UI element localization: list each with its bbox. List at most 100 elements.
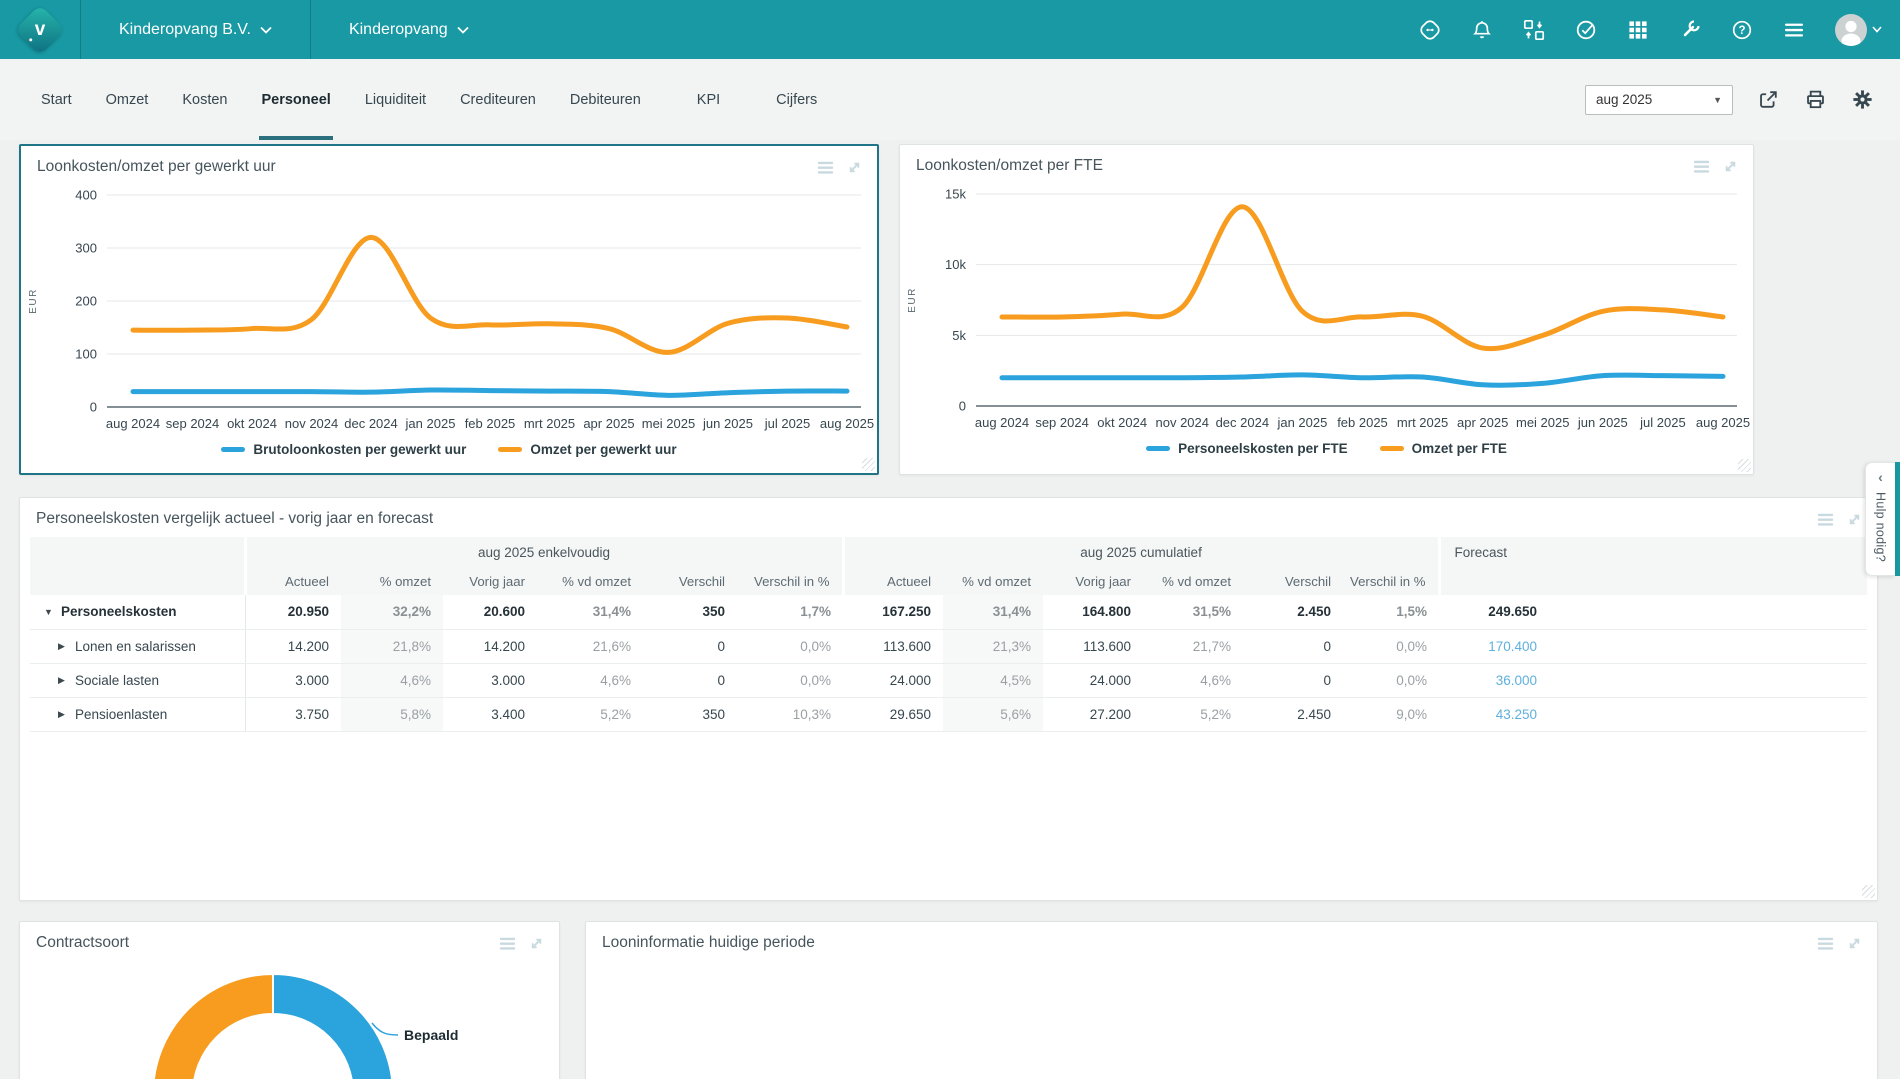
share-export-icon[interactable] xyxy=(1757,88,1780,111)
svg-text:jun 2025: jun 2025 xyxy=(702,416,753,431)
legend-label: Omzet per FTE xyxy=(1411,441,1507,456)
legend-swatch xyxy=(1146,446,1171,451)
notifications-bell-icon[interactable] xyxy=(1470,18,1494,42)
table-cell: 350 xyxy=(643,697,737,732)
tab-cijfers[interactable]: Cijfers xyxy=(759,59,834,140)
table-cell: 31,4% xyxy=(537,595,643,630)
company-selector[interactable]: Kinderopvang B.V. xyxy=(81,0,310,59)
donut-chart-contractsoort[interactable]: Bepaald xyxy=(20,961,559,1079)
table-cell: 0 xyxy=(1243,663,1344,698)
app-logo[interactable]: v xyxy=(0,0,80,59)
tab-crediteuren[interactable]: Crediteuren xyxy=(443,59,553,140)
table-cell: 31,5% xyxy=(1143,595,1244,630)
resize-handle[interactable] xyxy=(1862,885,1875,898)
tab-debiteuren[interactable]: Debiteuren xyxy=(553,59,658,140)
tab-kosten[interactable]: Kosten xyxy=(165,59,244,140)
help-icon[interactable]: ? xyxy=(1730,18,1754,42)
triangle-collapsed-icon: ▶ xyxy=(58,640,65,651)
table-cell: 0,0% xyxy=(1343,663,1440,698)
sync-transactions-icon[interactable] xyxy=(1522,18,1546,42)
settings-gear-icon[interactable] xyxy=(1851,88,1874,111)
svg-text:mei 2025: mei 2025 xyxy=(1516,415,1569,430)
table-cell: 5,6% xyxy=(943,697,1044,732)
svg-text:200: 200 xyxy=(75,294,97,309)
panel-menu-icon[interactable] xyxy=(498,934,517,953)
panel-title: Looninformatie huidige periode xyxy=(602,934,815,951)
svg-text:jul 2025: jul 2025 xyxy=(1639,415,1686,430)
row-expander[interactable]: ▼ Personeelskosten xyxy=(30,604,245,619)
legend-item[interactable]: Omzet per FTE xyxy=(1379,441,1507,456)
panel-loonkosten-per-uur: Loonkosten/omzet per gewerkt uur 0 100 200… xyxy=(19,144,879,475)
legend-item[interactable]: Personeelskosten per FTE xyxy=(1146,441,1348,456)
line-chart-loonkosten-per-fte[interactable]: 0 5k 10k 15k EUR aug 2024 sep 2024 okt 2024 nov … xyxy=(900,178,1751,440)
help-tab[interactable]: ‹ Hulp nodig? xyxy=(1865,462,1895,576)
panel-expand-icon[interactable] xyxy=(1845,510,1864,529)
row-expander[interactable]: ▶ Lonen en salarissen xyxy=(30,639,245,654)
forecast-cell: 36.000 xyxy=(1439,663,1552,698)
table-cell: 0,0% xyxy=(737,663,844,698)
line-chart-loonkosten-per-uur[interactable]: 0 100 200 300 400 EUR aug 2024 sep 2024 okt 2024… xyxy=(21,179,875,441)
help-tab-label: Hulp nodig? xyxy=(1873,492,1888,563)
table-cell: 4,5% xyxy=(943,663,1044,698)
svg-text:nov 2024: nov 2024 xyxy=(1156,415,1210,430)
tasks-check-icon[interactable] xyxy=(1574,18,1598,42)
period-dropdown[interactable]: aug 2025 ▼ xyxy=(1585,84,1733,115)
triangle-collapsed-icon: ▶ xyxy=(58,674,65,685)
table-cell: 5,2% xyxy=(537,697,643,732)
table-cell: 5,8% xyxy=(341,697,443,732)
svg-text:aug 2025: aug 2025 xyxy=(820,416,874,431)
row-label: Pensioenlasten xyxy=(75,706,168,722)
table-cell: 9,0% xyxy=(1343,697,1440,732)
print-icon[interactable] xyxy=(1804,88,1827,111)
tab-kpi[interactable]: KPI xyxy=(680,59,737,140)
panel-expand-icon[interactable] xyxy=(1721,157,1740,176)
panel-menu-icon[interactable] xyxy=(1692,157,1711,176)
avatar xyxy=(1835,13,1867,46)
panel-expand-icon[interactable] xyxy=(1845,934,1864,953)
visionplanner-logo-icon: v xyxy=(14,4,66,55)
resize-handle[interactable] xyxy=(1738,459,1751,472)
panel-personeelskosten-vergelijk: Personeelskosten vergelijk actueel - vor… xyxy=(19,497,1878,901)
table-cell: 0 xyxy=(643,629,737,664)
user-menu[interactable] xyxy=(1834,13,1882,47)
apps-grid-icon[interactable] xyxy=(1626,18,1650,42)
triangle-collapsed-icon: ▶ xyxy=(58,708,65,719)
resize-handle[interactable] xyxy=(862,458,875,471)
panel-expand-icon[interactable] xyxy=(527,934,546,953)
tab-omzet[interactable]: Omzet xyxy=(89,59,166,140)
table-cell: 4,6% xyxy=(1143,663,1244,698)
panel-menu-icon[interactable] xyxy=(816,158,835,177)
legend-item[interactable]: Brutoloonkosten per gewerkt uur xyxy=(221,442,466,457)
administration-selector[interactable]: Kinderopvang xyxy=(311,0,507,59)
panel-expand-icon[interactable] xyxy=(845,158,864,177)
panel-menu-icon[interactable] xyxy=(1816,510,1835,529)
svg-text:300: 300 xyxy=(75,241,97,256)
svg-text:jun 2025: jun 2025 xyxy=(1577,415,1628,430)
tab-liquiditeit[interactable]: Liquiditeit xyxy=(348,59,443,140)
table-cell: 4,6% xyxy=(341,663,443,698)
table-cell: 21,3% xyxy=(943,629,1044,664)
table-cell: 1,5% xyxy=(1343,595,1440,630)
table-row: ▶ Sociale lasten 3.000 4,6% 3.000 4,6% 0 0,0% 24… xyxy=(30,663,1867,698)
svg-text:10k: 10k xyxy=(945,257,966,272)
table-cell: 21,6% xyxy=(537,629,643,664)
legend-item[interactable]: Omzet per gewerkt uur xyxy=(498,442,677,457)
chart-legend: Brutoloonkosten per gewerkt uur Omzet per… xyxy=(21,442,877,457)
table-cell: 164.800 xyxy=(1043,595,1144,630)
table-cell: 5,2% xyxy=(1143,697,1244,732)
tab-personeel[interactable]: Personeel xyxy=(244,59,347,140)
table-cell: 3.400 xyxy=(443,697,537,732)
personeelskosten-table: aug 2025 enkelvoudig aug 2025 cumulatief F… xyxy=(30,537,1867,732)
tools-wrench-icon[interactable] xyxy=(1678,18,1702,42)
table-cell: 24.000 xyxy=(843,663,944,698)
donut-slice[interactable] xyxy=(153,972,274,1079)
row-expander[interactable]: ▶ Pensioenlasten xyxy=(30,707,245,722)
row-expander[interactable]: ▶ Sociale lasten xyxy=(30,673,245,688)
chevron-down-icon xyxy=(260,26,272,34)
assistant-icon[interactable] xyxy=(1418,18,1442,42)
menu-hamburger-icon[interactable] xyxy=(1782,18,1806,42)
table-cell: 21,7% xyxy=(1143,629,1244,664)
tab-start[interactable]: Start xyxy=(24,59,89,140)
table-row: ▼ Personeelskosten 20.950 32,2% 20.600 31,4% 3… xyxy=(30,595,1867,630)
panel-menu-icon[interactable] xyxy=(1816,934,1835,953)
